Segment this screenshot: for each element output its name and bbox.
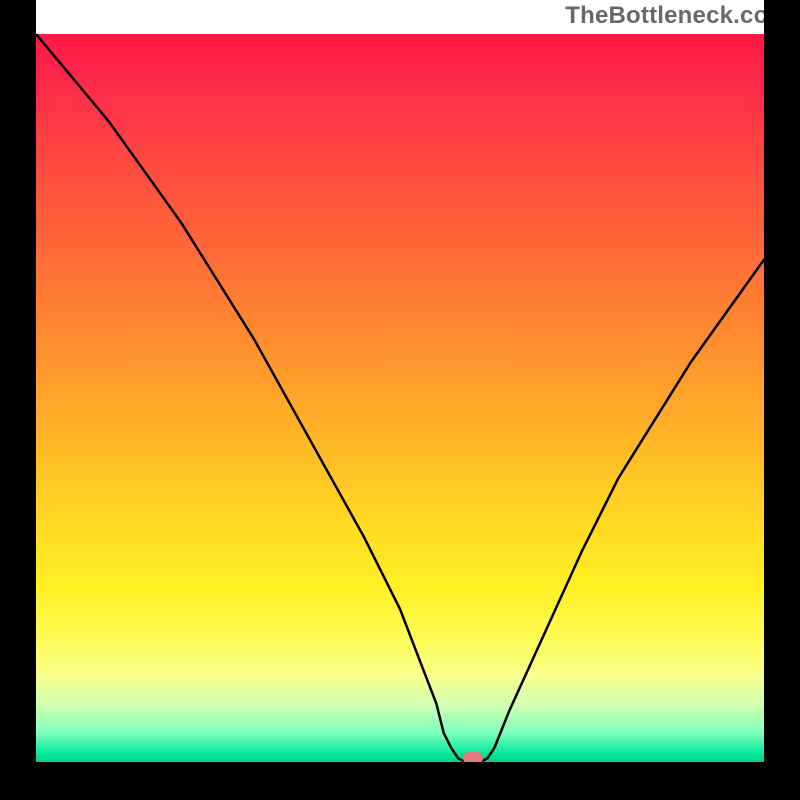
chart-curve — [36, 34, 764, 762]
frame-left — [0, 0, 36, 800]
chart-plot-area — [36, 34, 764, 762]
attribution-text: TheBottleneck.com — [565, 2, 790, 30]
frame-bottom — [0, 762, 800, 800]
frame-right — [764, 0, 800, 800]
